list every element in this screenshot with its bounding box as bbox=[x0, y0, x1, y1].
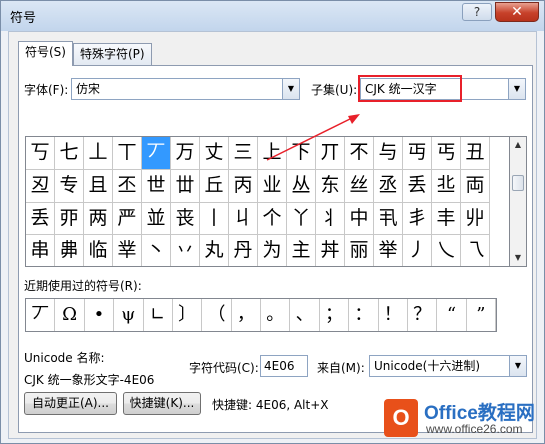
autocorrect-button[interactable]: 自动更正(A)... bbox=[24, 392, 117, 415]
shortcut-key-text: 快捷键: 4E06, Alt+X bbox=[212, 398, 329, 412]
recent-symbol-cell[interactable]: ” bbox=[467, 299, 496, 331]
recent-symbol-cell[interactable]: Ω bbox=[55, 299, 85, 331]
watermark-logo: O Office教程网 www.office26.com bbox=[374, 396, 544, 444]
recent-symbol-cell[interactable]: ！ bbox=[379, 299, 408, 331]
recent-symbol-cell[interactable]: 。 bbox=[261, 299, 291, 331]
recent-symbol-cell[interactable]: ψ bbox=[114, 299, 144, 331]
window-title: 符号 bbox=[10, 11, 37, 26]
tab-special-characters[interactable]: 特殊字符(P) bbox=[73, 43, 152, 65]
watermark-url: www.office26.com bbox=[426, 422, 523, 436]
tab-symbols[interactable]: 符号(S) bbox=[18, 41, 73, 66]
recent-symbol-cell[interactable]: ： bbox=[349, 299, 379, 331]
unicode-name-value: CJK 统一象形文字-4E06 bbox=[24, 373, 155, 387]
watermark-brand: Office教程网 bbox=[424, 403, 535, 424]
recent-symbol-cell[interactable]: ， bbox=[232, 299, 261, 331]
symbol-dialog: 符号 ? ✕ 符号(S) 特殊字符(P) 字体(F): 仿宋 ▼ 子集(U): … bbox=[0, 0, 545, 444]
from-value: Unicode(十六进制) bbox=[374, 359, 481, 373]
char-code-input[interactable]: 4E06 bbox=[260, 355, 308, 377]
recent-symbol-cell[interactable]: • bbox=[85, 299, 115, 331]
shortcut-key-button[interactable]: 快捷键(K)... bbox=[123, 392, 201, 415]
recent-symbol-cell[interactable]: ； bbox=[320, 299, 350, 331]
recent-symbol-cell[interactable]: 〕 bbox=[173, 299, 203, 331]
recent-symbols-grid: 丆 Ω • ψ ∟ 〕（，。、；：！？ “” bbox=[25, 298, 497, 332]
recent-symbol-cell[interactable]: （ bbox=[202, 299, 232, 331]
recent-symbols-label: 近期使用过的符号(R): bbox=[24, 279, 142, 293]
recent-symbol-cell[interactable]: “ bbox=[437, 299, 467, 331]
symbols-panel: 字体(F): 仿宋 ▼ 子集(U): CJK 统一汉字 ▼ 丂七丄丅丆万丈三上下… bbox=[18, 65, 533, 433]
from-dropdown[interactable]: Unicode(十六进制) ▼ bbox=[369, 355, 527, 377]
unicode-name-label: Unicode 名称: bbox=[24, 351, 105, 365]
recent-symbol-cell[interactable]: 丆 bbox=[26, 299, 56, 331]
office-logo-icon: O bbox=[384, 399, 418, 437]
recent-symbol-cell[interactable]: ∟ bbox=[144, 299, 173, 331]
dialog-body: 符号(S) 特殊字符(P) 字体(F): 仿宋 ▼ 子集(U): CJK 统一汉… bbox=[8, 31, 537, 439]
recent-symbol-cell[interactable]: ？ bbox=[408, 299, 438, 331]
title-bar: 符号 ? ✕ bbox=[1, 1, 544, 31]
chevron-down-icon[interactable]: ▼ bbox=[509, 356, 526, 376]
char-code-label: 字符代码(C): bbox=[189, 361, 259, 375]
from-label: 来自(M): bbox=[317, 361, 365, 375]
recent-symbol-cell[interactable]: 、 bbox=[290, 299, 320, 331]
help-button[interactable]: ? bbox=[462, 3, 492, 21]
close-button[interactable]: ✕ bbox=[495, 2, 539, 22]
